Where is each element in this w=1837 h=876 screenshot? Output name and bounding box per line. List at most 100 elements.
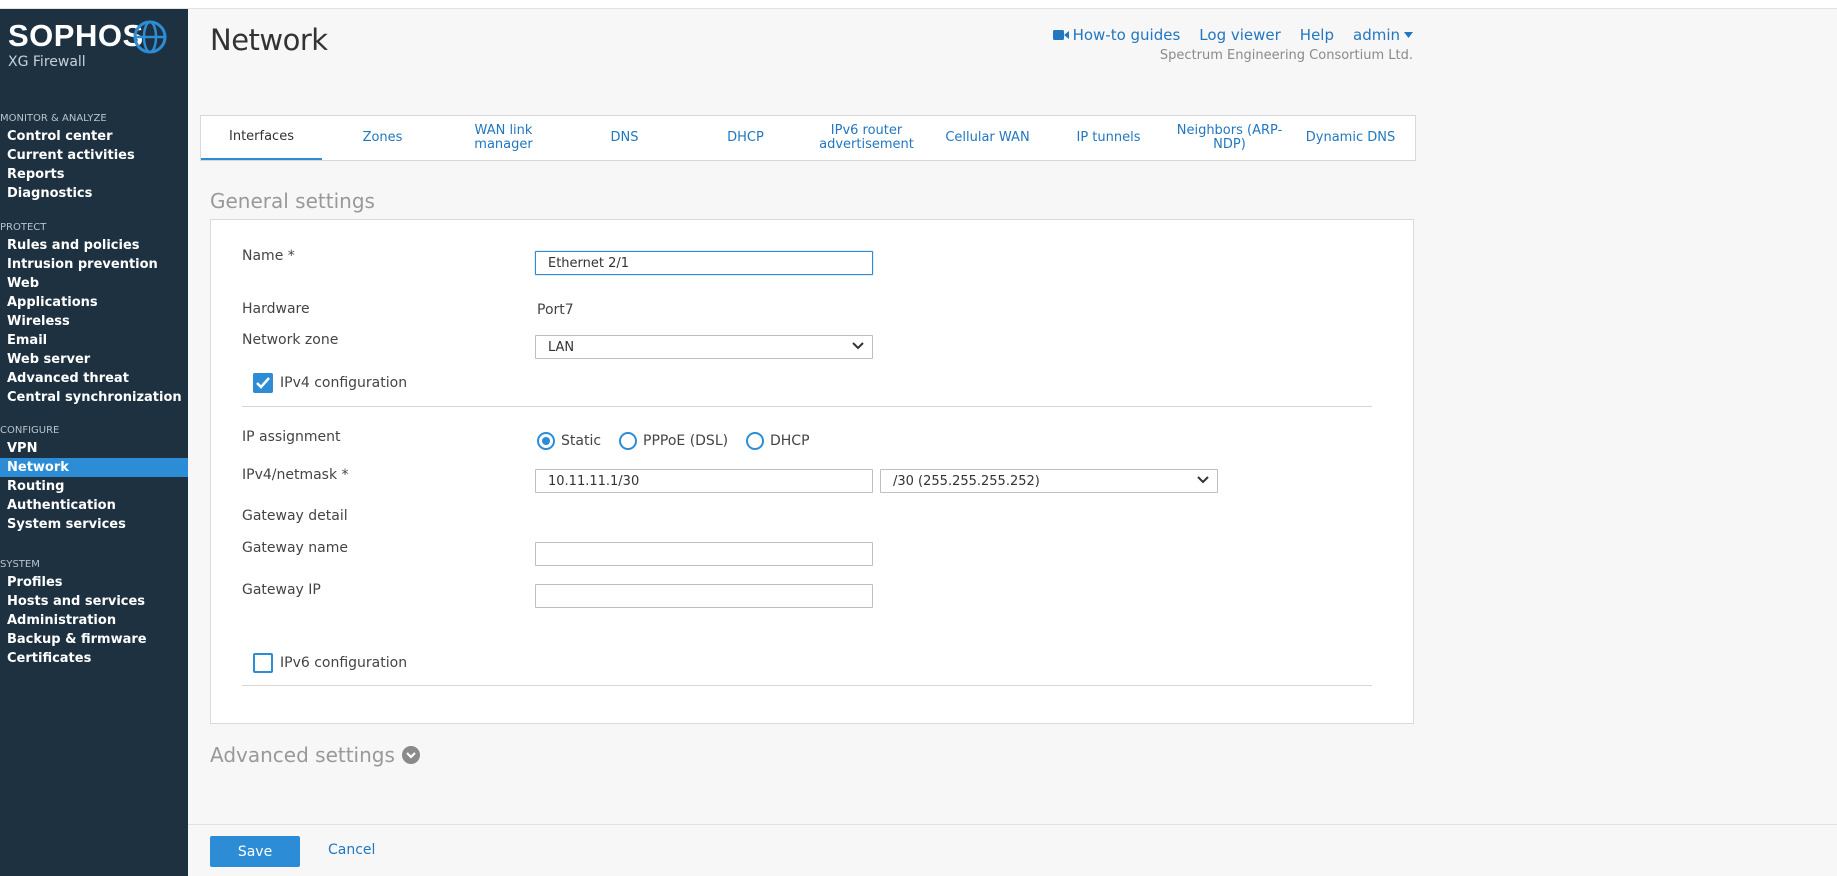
ipv4-address-input[interactable]: 10.11.11.1/30 [535, 469, 873, 493]
sidebar-item-intrusion-prevention[interactable]: Intrusion prevention [0, 255, 188, 274]
ipv6-config-checkbox[interactable] [253, 653, 273, 673]
radio-static-label: Static [561, 433, 602, 449]
ipv4-config-checkbox[interactable] [253, 373, 273, 393]
form-footer: Save Cancel [188, 824, 1837, 876]
gateway-ip-input[interactable] [535, 584, 873, 608]
sidebar-item-email[interactable]: Email [0, 331, 188, 350]
tab-ipv6-router-advertisement[interactable]: IPv6 router advertisement [806, 116, 927, 160]
gateway-ip-label: Gateway IP [242, 582, 321, 598]
check-icon [256, 377, 270, 389]
network-zone-value: LAN [548, 340, 575, 355]
sidebar: SOPHOS XG Firewall MONITOR & ANALYZE Con… [0, 9, 188, 876]
network-zone-select[interactable]: LAN [535, 335, 873, 359]
admin-label: admin [1353, 26, 1400, 44]
general-settings-heading: General settings [210, 189, 375, 213]
radio-static[interactable] [537, 432, 555, 450]
divider [242, 406, 1372, 407]
sidebar-item-web[interactable]: Web [0, 274, 188, 293]
radio-pppoe-label: PPPoE (DSL) [643, 433, 729, 449]
howto-label: How-to guides [1072, 26, 1181, 44]
tab-dhcp[interactable]: DHCP [685, 116, 806, 160]
sidebar-item-central-sync[interactable]: Central synchronization [0, 388, 188, 407]
sidebar-item-wireless[interactable]: Wireless [0, 312, 188, 331]
radio-dhcp-label: DHCP [770, 433, 810, 449]
sidebar-item-hosts-services[interactable]: Hosts and services [0, 592, 188, 611]
tab-dynamic-dns[interactable]: Dynamic DNS [1290, 116, 1411, 160]
page-title: Network [210, 23, 328, 57]
advanced-settings-toggle[interactable]: Advanced settings [210, 743, 420, 767]
netmask-select[interactable]: /30 (255.255.255.252) [880, 469, 1218, 493]
radio-dhcp[interactable] [746, 432, 764, 450]
tab-neighbors[interactable]: Neighbors (ARP-NDP) [1169, 116, 1290, 160]
chevron-circle-down-icon [401, 746, 420, 764]
sidebar-item-certificates[interactable]: Certificates [0, 649, 188, 668]
hardware-label: Hardware [242, 301, 310, 317]
globe-icon [133, 20, 167, 54]
netmask-value: /30 (255.255.255.252) [893, 474, 1040, 489]
sidebar-item-backup-firmware[interactable]: Backup & firmware [0, 630, 188, 649]
ip-assignment-label: IP assignment [242, 429, 341, 445]
header-links: How-to guides Log viewer Help admin [1052, 26, 1413, 44]
sidebar-item-applications[interactable]: Applications [0, 293, 188, 312]
log-viewer-link[interactable]: Log viewer [1199, 26, 1281, 44]
top-border [0, 0, 1837, 9]
help-link[interactable]: Help [1300, 26, 1334, 44]
sidebar-item-advanced-threat[interactable]: Advanced threat [0, 369, 188, 388]
product-name: XG Firewall [8, 54, 86, 70]
nav-heading: CONFIGURE [0, 425, 60, 436]
ipv4-netmask-label: IPv4/netmask * [242, 467, 349, 483]
gateway-detail-label: Gateway detail [242, 508, 348, 524]
nav-section-configure: CONFIGURE VPN Network Routing Authentica… [0, 422, 188, 534]
general-settings-card: Name * Ethernet 2/1 Hardware Port7 Netwo… [210, 219, 1414, 724]
radio-dot [542, 437, 550, 445]
cancel-link[interactable]: Cancel [328, 842, 375, 858]
company-name: Spectrum Engineering Consortium Ltd. [1159, 48, 1413, 63]
name-label: Name * [242, 248, 295, 264]
sidebar-item-current-activities[interactable]: Current activities [0, 146, 188, 165]
video-camera-icon [1052, 30, 1069, 40]
nav-heading: MONITOR & ANALYZE [0, 113, 107, 124]
tab-bar: Interfaces Zones WAN link manager DNS DH… [200, 115, 1416, 161]
hardware-value: Port7 [537, 302, 574, 318]
ipv6-config-label: IPv6 configuration [280, 655, 408, 671]
gateway-name-input[interactable] [535, 542, 873, 566]
tab-cellular-wan[interactable]: Cellular WAN [927, 116, 1048, 160]
sidebar-item-network[interactable]: Network [0, 458, 188, 477]
nav-section-protect: PROTECT Rules and policies Intrusion pre… [0, 219, 188, 407]
sidebar-item-control-center[interactable]: Control center [0, 127, 188, 146]
nav-section-system: SYSTEM Profiles Hosts and services Admin… [0, 556, 188, 668]
sophos-logo: SOPHOS XG Firewall [8, 18, 144, 70]
sidebar-item-administration[interactable]: Administration [0, 611, 188, 630]
advanced-settings-label: Advanced settings [210, 743, 395, 767]
gateway-name-label: Gateway name [242, 540, 348, 556]
save-button[interactable]: Save [210, 836, 300, 867]
chevron-down-icon [1197, 476, 1209, 484]
tab-ip-tunnels[interactable]: IP tunnels [1048, 116, 1169, 160]
sidebar-item-web-server[interactable]: Web server [0, 350, 188, 369]
tab-wan-link-manager[interactable]: WAN link manager [443, 116, 564, 160]
sidebar-item-routing[interactable]: Routing [0, 477, 188, 496]
sidebar-item-reports[interactable]: Reports [0, 165, 188, 184]
radio-pppoe[interactable] [619, 432, 637, 450]
admin-menu[interactable]: admin [1353, 26, 1413, 44]
chevron-down-icon [852, 342, 864, 350]
tab-zones[interactable]: Zones [322, 116, 443, 160]
nav-section-monitor: MONITOR & ANALYZE Control center Current… [0, 110, 188, 203]
nav-heading: SYSTEM [0, 559, 40, 570]
caret-down-icon [1404, 32, 1413, 38]
howto-link[interactable]: How-to guides [1052, 26, 1181, 44]
sidebar-item-diagnostics[interactable]: Diagnostics [0, 184, 188, 203]
divider [242, 685, 1372, 686]
sidebar-item-rules[interactable]: Rules and policies [0, 236, 188, 255]
sidebar-item-system-services[interactable]: System services [0, 515, 188, 534]
ipv4-config-label: IPv4 configuration [280, 375, 408, 391]
sidebar-item-vpn[interactable]: VPN [0, 439, 188, 458]
sidebar-item-authentication[interactable]: Authentication [0, 496, 188, 515]
tab-interfaces[interactable]: Interfaces [201, 116, 322, 160]
name-input[interactable]: Ethernet 2/1 [535, 251, 873, 275]
tab-dns[interactable]: DNS [564, 116, 685, 160]
sidebar-item-profiles[interactable]: Profiles [0, 573, 188, 592]
brand-name: SOPHOS [8, 18, 144, 53]
network-zone-label: Network zone [242, 332, 339, 348]
nav-heading: PROTECT [0, 222, 47, 233]
